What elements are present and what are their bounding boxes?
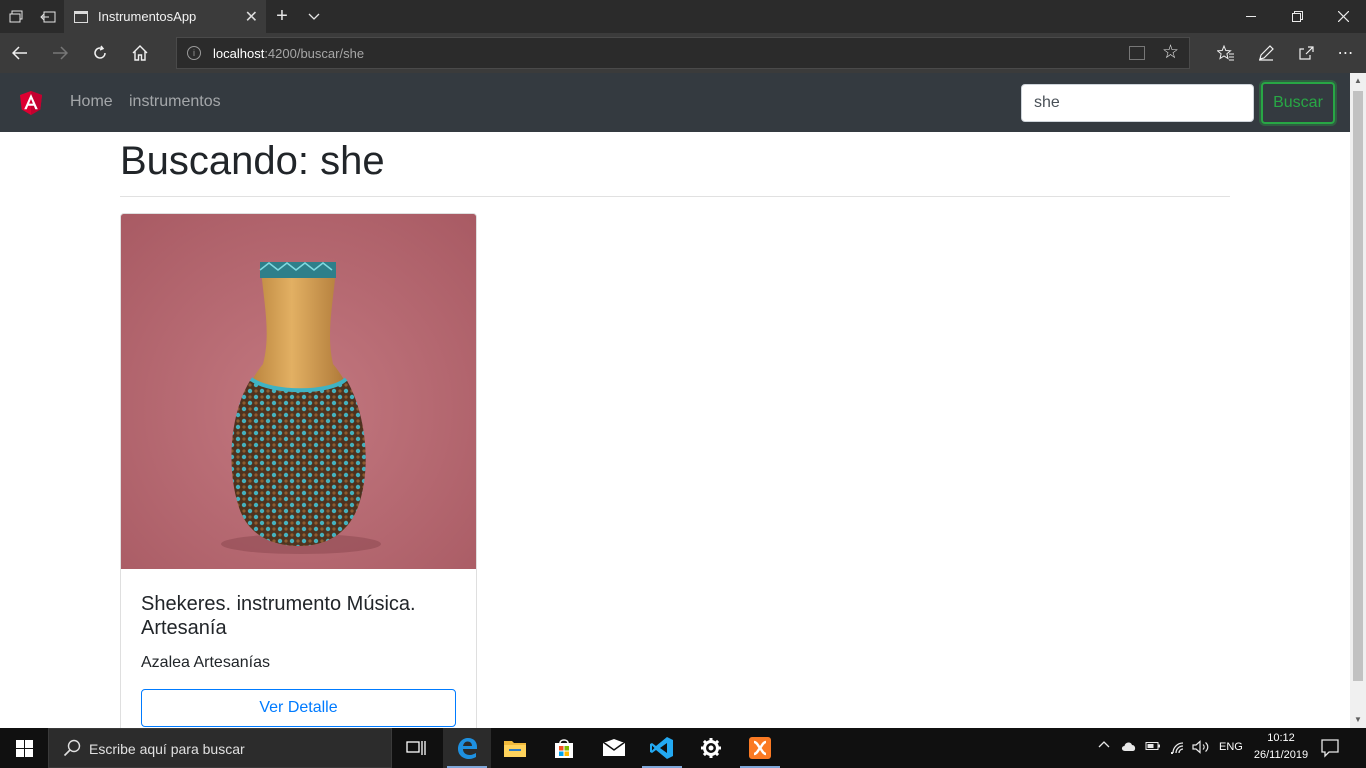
show-hidden-icons-icon[interactable] [1098, 738, 1110, 755]
close-tab-icon[interactable]: ✕ [245, 7, 258, 27]
search-button[interactable]: Buscar [1261, 82, 1335, 124]
close-window-icon[interactable] [1320, 0, 1366, 33]
search-input[interactable] [1021, 84, 1254, 122]
url-path: :4200/buscar/she [264, 46, 365, 61]
instrument-card: Shekeres. instrumento Música. Artesanía … [120, 213, 477, 728]
page-icon [74, 10, 88, 23]
chevron-down-icon[interactable] [298, 0, 330, 33]
action-center-icon[interactable] [1320, 738, 1340, 763]
scroll-thumb[interactable] [1353, 91, 1363, 681]
microsoft-store-icon[interactable] [540, 728, 588, 768]
site-info-icon[interactable]: i [187, 46, 201, 60]
nav-link-instrumentos[interactable]: instrumentos [129, 93, 221, 111]
back-icon[interactable] [0, 33, 40, 73]
share-icon[interactable] [1286, 33, 1326, 73]
address-bar[interactable]: i localhost:4200/buscar/she ☆ [176, 37, 1190, 69]
page-viewport: Home instrumentos Buscar Buscando: she [0, 73, 1350, 728]
nav-link-home[interactable]: Home [70, 93, 113, 111]
battery-icon[interactable] [1145, 740, 1161, 755]
set-tabs-aside-icon[interactable] [32, 0, 64, 33]
angular-logo-icon[interactable] [20, 91, 42, 115]
notes-pen-icon[interactable] [1246, 33, 1286, 73]
tab-manager-icon[interactable] [0, 0, 32, 33]
input-language[interactable]: ENG [1219, 741, 1243, 753]
tab-instrumentosapp[interactable]: InstrumentosApp ✕ [64, 0, 266, 33]
onedrive-cloud-icon[interactable] [1121, 740, 1137, 755]
more-options-icon[interactable]: ⋯ [1326, 33, 1366, 73]
task-view-icon[interactable] [392, 728, 440, 768]
browser-toolbar: i localhost:4200/buscar/she ☆ ⋯ [0, 33, 1366, 73]
tab-title: InstrumentosApp [98, 9, 197, 24]
card-image [121, 214, 476, 569]
volume-icon[interactable] [1192, 740, 1210, 757]
scroll-up-icon[interactable]: ▲ [1350, 73, 1366, 89]
edge-browser-icon[interactable] [443, 728, 491, 768]
reading-view-icon[interactable] [1129, 46, 1145, 60]
settings-gear-icon[interactable] [687, 728, 735, 768]
clock-date[interactable]: 26/11/2019 [1251, 749, 1311, 761]
clock-time[interactable]: 10:12 [1251, 732, 1311, 744]
file-explorer-icon[interactable] [491, 728, 539, 768]
windows-start-icon[interactable] [0, 728, 48, 768]
browser-tab-strip: InstrumentosApp ✕ + [0, 0, 1366, 33]
card-text: Azalea Artesanías [141, 654, 270, 671]
page-scrollbar[interactable]: ▲ ▼ [1350, 73, 1366, 728]
taskbar-search-placeholder: Escribe aquí para buscar [89, 741, 245, 757]
divider [120, 196, 1230, 197]
home-icon[interactable] [120, 33, 160, 73]
search-icon [63, 739, 81, 757]
url-text: localhost:4200/buscar/she [213, 46, 364, 61]
url-host: localhost [213, 46, 265, 61]
refresh-icon[interactable] [80, 33, 120, 73]
card-title: Shekeres. instrumento Música. Artesanía [141, 593, 416, 639]
favorites-icon[interactable] [1206, 33, 1246, 73]
favorite-star-icon[interactable]: ☆ [1162, 41, 1179, 64]
xampp-icon[interactable] [736, 728, 784, 768]
taskbar-search-box[interactable]: Escribe aquí para buscar [48, 728, 392, 768]
wifi-icon[interactable] [1170, 740, 1186, 757]
page-title: Buscando: she [120, 139, 385, 183]
vscode-icon[interactable] [638, 728, 686, 768]
windows-taskbar: Escribe aquí para buscar ENG 10:12 26/11… [0, 728, 1366, 768]
minimize-icon[interactable] [1228, 0, 1274, 33]
new-tab-icon[interactable]: + [266, 0, 298, 33]
app-navbar: Home instrumentos Buscar [0, 73, 1350, 132]
forward-icon[interactable] [40, 33, 80, 73]
restore-icon[interactable] [1274, 0, 1320, 33]
view-detail-button[interactable]: Ver Detalle [141, 689, 456, 727]
scroll-down-icon[interactable]: ▼ [1350, 712, 1366, 728]
mail-icon[interactable] [590, 728, 638, 768]
